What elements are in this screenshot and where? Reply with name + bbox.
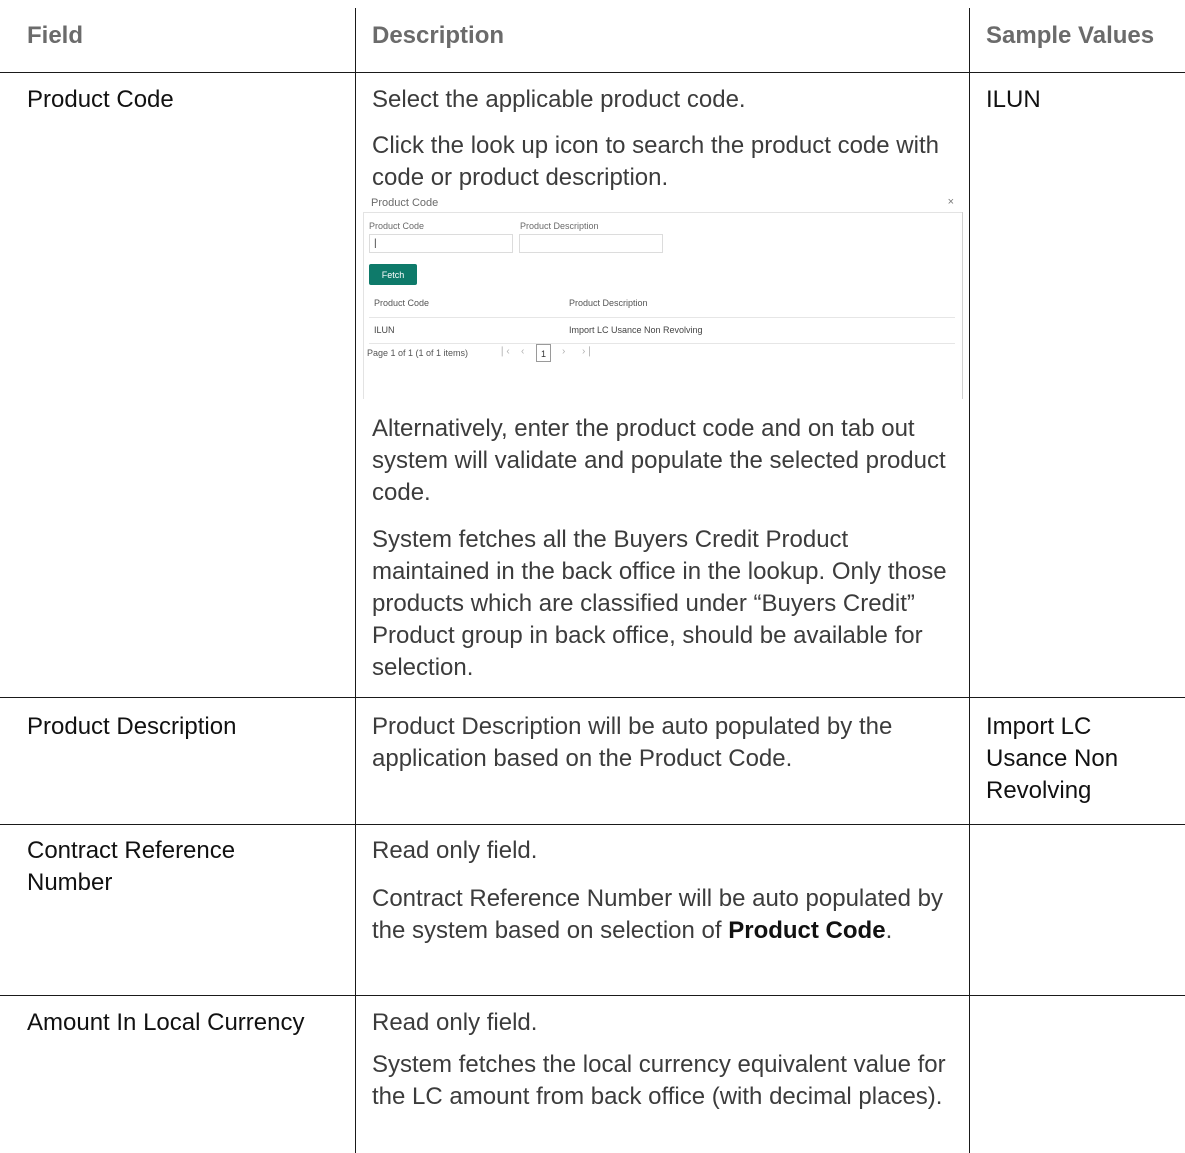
next-page-icon[interactable]: › — [562, 346, 565, 357]
header-field: Field — [27, 22, 84, 49]
page-number-box[interactable]: 1 — [536, 344, 551, 362]
close-icon[interactable]: × — [948, 196, 954, 208]
row4-desc-1: Read only field. — [372, 1009, 538, 1036]
grid-header-description[interactable]: Product Description — [569, 298, 648, 308]
dialog-left-border — [363, 212, 364, 399]
header-description: Description — [372, 22, 505, 49]
column-divider-1 — [355, 8, 356, 1153]
product-code-dialog: Product Code × Product Code Product Desc… — [363, 193, 963, 399]
row3-desc-2: Contract Reference Number will be auto p… — [372, 883, 952, 947]
row3-desc-bold: Product Code — [728, 917, 886, 944]
previous-page-icon[interactable]: ‹ — [521, 346, 524, 357]
fetch-button[interactable]: Fetch — [369, 264, 417, 285]
grid-row-divider — [369, 343, 955, 344]
grid-header-code[interactable]: Product Code — [374, 298, 429, 308]
row1-desc-4: System fetches all the Buyers Credit Pro… — [372, 526, 947, 681]
row1-desc-1: Select the applicable product code. — [372, 86, 746, 113]
result-row-description[interactable]: Import LC Usance Non Revolving — [569, 325, 703, 335]
pager-text: Page 1 of 1 (1 of 1 items) — [367, 348, 469, 358]
dialog-right-border — [962, 212, 963, 399]
result-row-code[interactable]: ILUN — [374, 325, 395, 335]
product-code-input[interactable] — [369, 234, 513, 253]
row4-desc-2: System fetches the local currency equiva… — [372, 1051, 946, 1110]
product-description-label: Product Description — [520, 221, 599, 231]
row-divider-2 — [0, 824, 1185, 825]
row-divider-3 — [0, 995, 1185, 996]
dialog-title: Product Code — [371, 197, 439, 209]
first-page-icon[interactable]: ❘‹ — [498, 346, 510, 357]
row1-sample: ILUN — [986, 86, 1041, 113]
column-divider-2 — [969, 8, 970, 1153]
grid-header-divider — [369, 317, 955, 318]
row-divider-1 — [0, 697, 1185, 698]
row3-field: Contract Reference Number — [27, 837, 236, 896]
row1-field: Product Code — [27, 86, 174, 113]
row2-desc: Product Description will be auto populat… — [372, 713, 893, 772]
row2-sample: Import LC Usance Non Revolving — [986, 713, 1119, 804]
header-sample-values: Sample Values — [986, 22, 1155, 49]
product-code-label: Product Code — [369, 221, 425, 231]
row3-desc-period: . — [885, 917, 893, 944]
row1-desc-2: Click the look up icon to search the pro… — [372, 132, 939, 191]
row2-field: Product Description — [27, 713, 237, 740]
dialog-title-divider — [363, 212, 963, 213]
product-description-input[interactable] — [519, 234, 663, 253]
row1-desc-3: Alternatively, enter the product code an… — [372, 415, 946, 506]
row3-desc-1: Read only field. — [372, 837, 538, 864]
row4-field: Amount In Local Currency — [27, 1009, 305, 1036]
last-page-icon[interactable]: ›❘ — [582, 346, 594, 357]
header-divider — [0, 72, 1185, 73]
